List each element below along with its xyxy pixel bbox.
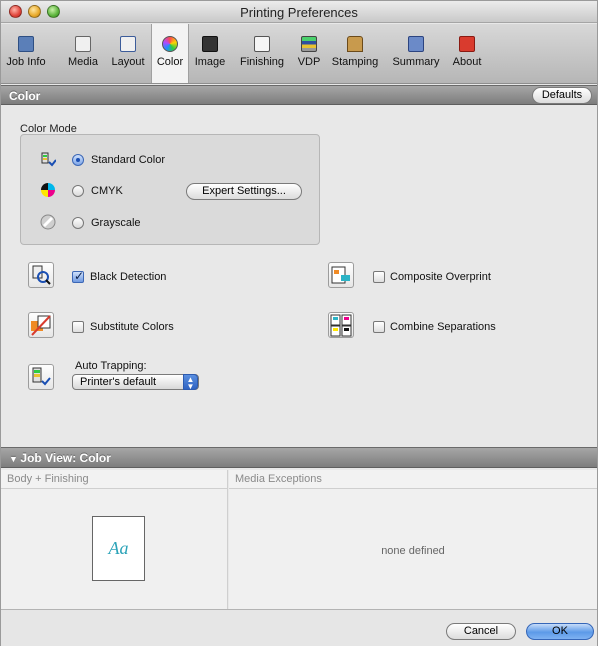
grayscale-label: Grayscale [91,217,141,229]
media-icon [75,36,91,52]
auto-trapping-select[interactable]: Printer's default ▲ ▼ [72,374,199,391]
window-title: Printing Preferences [240,5,358,20]
expert-settings-button[interactable]: Expert Settings... [186,183,302,200]
combine-separations-checkbox[interactable] [373,321,385,333]
disclosure-triangle-icon: ▼ [9,454,21,464]
ok-button[interactable]: OK [526,623,594,640]
dialog-footer: Cancel OK [1,609,597,646]
toolbar: Job Info Media Layout Color Image Finish… [1,24,597,84]
body-finishing-header: Body + Finishing [1,470,228,489]
tab-stamping[interactable]: Stamping [327,24,383,83]
chevron-up-down-icon: ▲ ▼ [183,374,198,391]
title-bar: Printing Preferences [1,1,597,23]
layout-icon [120,36,136,52]
auto-trapping-value: Printer's default [80,376,157,388]
composite-overprint-checkbox[interactable] [373,271,385,283]
job-view-title-text: Job View: Color [20,451,111,465]
auto-trapping-icon [28,364,54,390]
tab-label: About [452,56,482,68]
standard-color-icon [41,152,56,167]
color-wheel-icon [162,36,178,52]
printing-preferences-window: Printing Preferences Job Info Media Layo… [0,0,598,646]
finishing-icon [254,36,270,52]
auto-trapping-label: Auto Trapping: [75,360,147,372]
combine-separations-label: Combine Separations [390,321,496,333]
media-exceptions-empty-text: none defined [381,545,445,557]
tab-label: Job Info [6,56,46,68]
tab-label: Image [194,56,226,68]
tab-about[interactable]: About [448,24,486,83]
cmyk-label: CMYK [91,185,123,197]
standard-color-radio[interactable] [72,154,84,166]
tab-finishing[interactable]: Finishing [234,24,290,83]
cmyk-icon [41,183,55,197]
black-detection-label: Black Detection [90,271,167,283]
cancel-button[interactable]: Cancel [446,623,516,640]
vdp-icon [301,36,317,52]
tab-summary[interactable]: Summary [387,24,445,83]
tab-label: Finishing [239,56,285,68]
color-section-header: Color Defaults [1,85,597,105]
substitute-colors-label: Substitute Colors [90,321,174,333]
grayscale-icon [40,214,56,230]
composite-overprint-label: Composite Overprint [390,271,491,283]
standard-color-label: Standard Color [91,154,165,166]
summary-icon [408,36,424,52]
tab-job-info[interactable]: Job Info [3,24,49,83]
document-thumbnail[interactable]: Aa [92,516,145,581]
tab-label: Media [68,56,98,68]
cmyk-radio[interactable] [72,185,84,197]
job-view-header[interactable]: ▼ Job View: Color [1,447,597,468]
about-icon [459,36,475,52]
tab-vdp[interactable]: VDP [294,24,324,83]
combine-separations-icon [328,312,354,338]
tab-label: VDP [297,56,321,68]
tab-label: Stamping [331,56,379,68]
media-exceptions-pane: none defined [229,489,597,609]
grayscale-radio[interactable] [72,217,84,229]
section-title: Color [9,89,41,103]
tab-color[interactable]: Color [151,24,189,83]
black-detection-checkbox[interactable] [72,269,84,283]
media-exceptions-header: Media Exceptions [229,470,597,489]
substitute-colors-checkbox[interactable] [72,321,84,333]
tab-media[interactable]: Media [63,24,103,83]
defaults-button[interactable]: Defaults [532,87,592,104]
tab-image[interactable]: Image [191,24,229,83]
substitute-colors-icon [28,312,54,338]
tab-label: Color [156,56,184,68]
black-detection-icon [28,262,54,288]
image-icon [202,36,218,52]
tab-label: Summary [392,56,440,68]
composite-overprint-icon [328,262,354,288]
body-finishing-pane: Aa [1,489,228,609]
stamp-icon [347,36,363,52]
job-view-title: ▼ Job View: Color [9,451,111,465]
tab-label: Layout [111,56,145,68]
tab-layout[interactable]: Layout [107,24,149,83]
job-info-icon [18,36,34,52]
